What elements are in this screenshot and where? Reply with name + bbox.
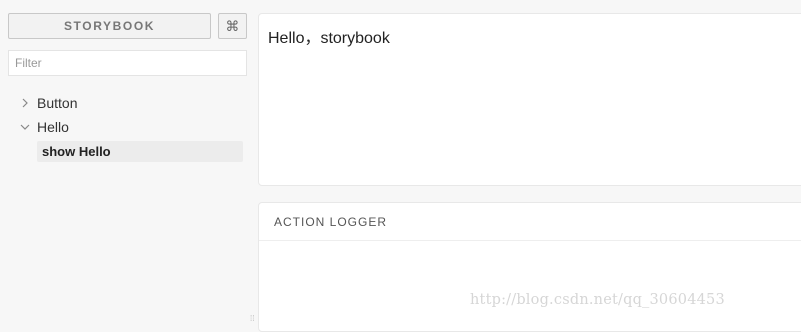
action-logger-panel: ACTION LOGGER [258,202,801,332]
filter-input[interactable] [8,50,247,76]
tree-item-hello[interactable]: Hello [18,116,69,138]
preview-text: Hello，storybook [268,30,390,47]
tree-item-label: Button [37,95,78,111]
sidebar: STORYBOOK ⌘ Button Hello show Hello [0,0,252,322]
command-icon: ⌘ [225,17,240,34]
chevron-down-icon [18,123,32,131]
preview-panel: Hello，storybook [258,13,801,186]
tree-item-label: Hello [37,119,69,135]
keyboard-shortcuts-button[interactable]: ⌘ [218,13,247,39]
action-logger-title: ACTION LOGGER [259,203,801,241]
tree-item-button[interactable]: Button [18,92,77,114]
story-item-show-hello[interactable]: show Hello [37,141,243,162]
resize-handle[interactable]: ⁞⁞ [250,315,256,323]
chevron-right-icon [18,98,32,108]
storybook-brand-button[interactable]: STORYBOOK [8,13,211,39]
watermark: http://blog.csdn.net/qq_30604453 [470,292,725,308]
